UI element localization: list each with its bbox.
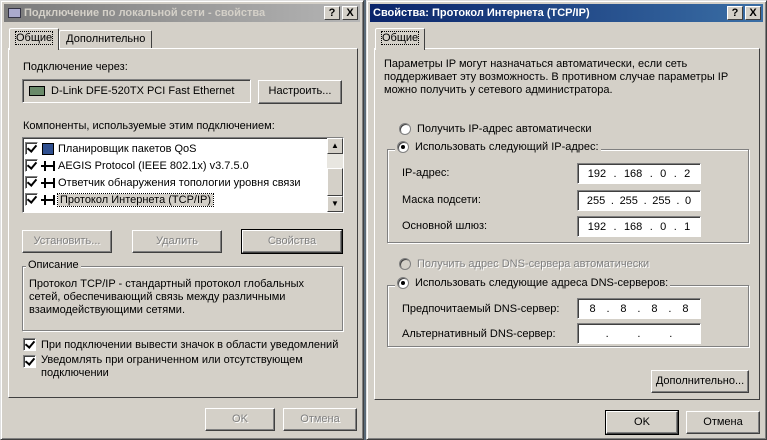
close-button[interactable]: X — [342, 6, 358, 20]
connect-using-label: Подключение через: — [23, 61, 128, 73]
preferred-dns-label: Предпочитаемый DNS-сервер: — [402, 303, 560, 315]
component-label: Планировщик пакетов QoS — [58, 142, 197, 155]
ip-address-label: IP-адрес: — [402, 167, 450, 179]
ip-auto-radio[interactable] — [399, 123, 411, 135]
cancel-button[interactable]: Отмена — [283, 408, 357, 431]
network-protocol-icon — [41, 194, 55, 206]
component-checkbox[interactable] — [25, 159, 38, 172]
alternate-dns-label: Альтернативный DNS-сервер: — [402, 328, 556, 340]
tcpip-properties-titlebar[interactable]: Свойства: Протокол Интернета (TCP/IP) ? … — [370, 4, 763, 22]
ip-manual-option[interactable]: Использовать следующий IP-адрес: — [395, 141, 601, 153]
lan-properties-titlebar[interactable]: Подключение по локальной сети - свойства… — [4, 4, 360, 22]
notify-label: Уведомлять при ограниченном или отсутств… — [41, 354, 303, 379]
alternate-dns-input[interactable]: ... — [577, 323, 701, 344]
ip-manual-radio[interactable] — [397, 141, 409, 153]
adapter-name: D-Link DFE-520TX PCI Fast Ethernet — [51, 85, 235, 97]
network-protocol-icon — [41, 160, 55, 172]
dns-manual-radio[interactable] — [397, 277, 409, 289]
install-button[interactable]: Установить... — [22, 230, 112, 253]
component-label: Протокол Интернета (TCP/IP) — [56, 192, 215, 207]
list-item[interactable]: Планировщик пакетов QoS — [25, 140, 197, 157]
tab-advanced[interactable]: Дополнительно — [59, 30, 153, 49]
tcpip-properties-window: Свойства: Протокол Интернета (TCP/IP) ? … — [366, 0, 767, 440]
description-legend: Описание — [26, 259, 81, 271]
subnet-mask-input[interactable]: 255. 255. 255. 0 — [577, 190, 701, 211]
dns-auto-option[interactable]: Получить адрес DNS-сервера автоматически — [399, 258, 649, 270]
list-item[interactable]: Ответчик обнаружения топологии уровня св… — [25, 174, 301, 191]
configure-button[interactable]: Настроить... — [258, 80, 342, 104]
description-text: Протокол TCP/IP - стандартный протокол г… — [29, 278, 304, 316]
notify-checkbox[interactable] — [23, 355, 36, 368]
scroll-down-button[interactable]: ▼ — [327, 196, 343, 212]
dns-auto-radio[interactable] — [399, 258, 411, 270]
dns-auto-label: Получить адрес DNS-сервера автоматически — [417, 258, 650, 270]
ok-button[interactable]: OK — [205, 408, 275, 431]
tcpip-general-panel: Параметры IP могут назначаться автоматич… — [374, 48, 760, 400]
window-title: Подключение по локальной сети - свойства — [24, 7, 266, 19]
component-checkbox[interactable] — [25, 142, 38, 155]
component-label: AEGIS Protocol (IEEE 802.1x) v3.7.5.0 — [58, 159, 249, 172]
ip-manual-label: Использовать следующий IP-адрес: — [415, 141, 599, 153]
components-label: Компоненты, используемые этим подключени… — [23, 120, 275, 132]
preferred-dns-input[interactable]: 8.8.8.8 — [577, 298, 701, 319]
components-list[interactable]: Планировщик пакетов QoS AEGIS Protocol (… — [22, 137, 344, 213]
gateway-input[interactable]: 192. 168. 0. 1 — [577, 216, 701, 237]
notify-option[interactable]: Уведомлять при ограниченном или отсутств… — [23, 354, 341, 380]
ip-address-input[interactable]: 192. 168. 0. 2 — [577, 163, 701, 184]
list-item-selected[interactable]: Протокол Интернета (TCP/IP) — [25, 191, 215, 208]
ok-button[interactable]: OK — [605, 410, 679, 435]
uninstall-button[interactable]: Удалить — [132, 230, 222, 253]
adapter-field: D-Link DFE-520TX PCI Fast Ethernet — [22, 79, 251, 103]
dns-manual-label: Использовать следующие адреса DNS-сервер… — [415, 277, 669, 289]
ip-auto-label: Получить IP-адрес автоматически — [417, 123, 592, 135]
components-scrollbar[interactable]: ▲ ▼ — [327, 138, 343, 212]
intro-text: Параметры IP могут назначаться автоматич… — [384, 58, 728, 96]
properties-button[interactable]: Свойства — [241, 229, 343, 254]
help-button[interactable]: ? — [727, 6, 743, 20]
scroll-up-button[interactable]: ▲ — [327, 138, 343, 154]
component-checkbox[interactable] — [25, 193, 38, 206]
close-button[interactable]: X — [745, 6, 761, 20]
window-title: Свойства: Протокол Интернета (TCP/IP) — [373, 7, 590, 19]
show-icon-checkbox[interactable] — [23, 338, 36, 351]
show-icon-option[interactable]: При подключении вывести значок в области… — [23, 338, 338, 351]
dns-manual-option[interactable]: Использовать следующие адреса DNS-сервер… — [395, 277, 671, 289]
scroll-thumb[interactable] — [327, 168, 343, 196]
list-item[interactable]: AEGIS Protocol (IEEE 802.1x) v3.7.5.0 — [25, 157, 249, 174]
cancel-button[interactable]: Отмена — [686, 411, 760, 434]
network-connection-icon — [7, 7, 21, 19]
qos-icon — [41, 142, 55, 155]
show-icon-label: При подключении вывести значок в области… — [41, 338, 339, 351]
component-checkbox[interactable] — [25, 176, 38, 189]
general-tab-panel: Подключение через: D-Link DFE-520TX PCI … — [8, 48, 358, 398]
advanced-button[interactable]: Дополнительно... — [651, 370, 749, 393]
gateway-label: Основной шлюз: — [402, 220, 488, 232]
lan-properties-window: Подключение по локальной сети - свойства… — [0, 0, 364, 440]
tab-general[interactable]: Общие — [9, 28, 60, 50]
help-button[interactable]: ? — [324, 6, 340, 20]
network-adapter-icon — [29, 86, 45, 96]
network-protocol-icon — [41, 177, 55, 189]
tab-general[interactable]: Общие — [375, 28, 426, 50]
ip-auto-option[interactable]: Получить IP-адрес автоматически — [399, 123, 591, 135]
subnet-mask-label: Маска подсети: — [402, 194, 481, 206]
component-label: Ответчик обнаружения топологии уровня св… — [58, 176, 301, 189]
